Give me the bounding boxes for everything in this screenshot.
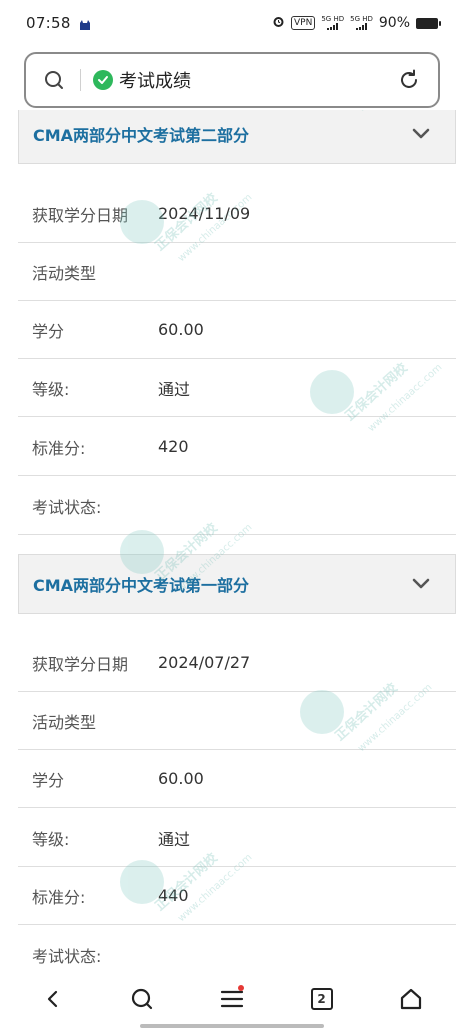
row-label: 活动类型 xyxy=(32,712,97,732)
list-item: 标准分: 440 xyxy=(18,867,456,925)
battery-percent: 90% xyxy=(378,15,410,31)
list-item: 活动类型 xyxy=(18,692,456,750)
alarm-icon xyxy=(272,15,285,32)
list-item: 标准分: 420 xyxy=(18,418,456,476)
battery-icon xyxy=(416,17,441,29)
search-query-text[interactable]: 考试成绩 xyxy=(119,67,191,93)
list-item: 考试状态: xyxy=(18,926,456,966)
menu-icon xyxy=(220,990,244,1008)
home-indicator[interactable] xyxy=(140,1024,324,1028)
section-header-part1[interactable]: CMA两部分中文考试第一部分 xyxy=(18,554,456,614)
row-value: 60.00 xyxy=(158,769,204,788)
network-label-1: 5G HD xyxy=(321,15,345,23)
notification-dot xyxy=(237,985,244,991)
row-value: 通过 xyxy=(158,829,191,849)
app-notification-icon xyxy=(79,17,91,30)
search-button[interactable] xyxy=(118,975,166,1023)
list-item: 学分 60.00 xyxy=(18,750,456,808)
status-bar: 07:58 VPN 5G HD 5G HD 90% xyxy=(0,0,464,46)
row-value: 通过 xyxy=(158,379,191,399)
row-value: 60.00 xyxy=(158,320,204,339)
search-divider xyxy=(80,69,81,91)
tabs-button[interactable]: 2 xyxy=(298,975,346,1023)
chevron-down-icon[interactable] xyxy=(411,124,431,144)
score-content: CMA两部分中文考试第二部分 获取学分日期 2024/11/09 活动类型 学分… xyxy=(0,110,464,966)
list-item: 等级: 通过 xyxy=(18,359,456,417)
network-label-2: 5G HD xyxy=(350,15,373,23)
row-label: 学分 xyxy=(32,321,65,341)
list-item: 等级: 通过 xyxy=(18,809,456,867)
network-signal-1: 5G HD xyxy=(321,16,344,30)
row-label: 学分 xyxy=(32,770,65,790)
search-icon xyxy=(132,988,153,1010)
menu-button[interactable] xyxy=(208,975,256,1023)
row-label: 等级: xyxy=(32,829,70,849)
row-label: 标准分: xyxy=(32,887,86,907)
vpn-badge: VPN xyxy=(291,16,316,30)
row-value: 2024/11/09 xyxy=(158,204,251,223)
row-label: 考试状态: xyxy=(32,947,102,966)
list-item: 活动类型 xyxy=(18,243,456,301)
section-title: CMA两部分中文考试第二部分 xyxy=(33,126,250,145)
section-title: CMA两部分中文考试第一部分 xyxy=(33,576,250,595)
row-label: 等级: xyxy=(32,379,70,399)
network-signal-2: 5G HD xyxy=(350,16,373,30)
address-search-bar[interactable]: 考试成绩 xyxy=(24,52,440,108)
row-value: 440 xyxy=(158,886,189,905)
list-item: 考试状态: xyxy=(18,477,456,535)
row-label: 活动类型 xyxy=(32,263,97,283)
refresh-icon[interactable] xyxy=(396,67,422,93)
list-item: 学分 60.00 xyxy=(18,301,456,359)
status-indicators: VPN 5G HD 5G HD 90% xyxy=(272,15,441,32)
tab-count: 2 xyxy=(310,988,333,1010)
list-item: 获取学分日期 2024/11/09 xyxy=(18,185,456,243)
row-label: 获取学分日期 xyxy=(32,205,129,225)
chevron-down-icon[interactable] xyxy=(411,574,431,594)
verified-check-icon xyxy=(93,70,113,90)
list-item: 获取学分日期 2024/07/27 xyxy=(18,634,456,692)
section-header-part2[interactable]: CMA两部分中文考试第二部分 xyxy=(18,110,456,164)
home-icon xyxy=(401,988,422,1010)
row-value: 2024/07/27 xyxy=(158,653,251,672)
row-label: 获取学分日期 xyxy=(32,654,129,674)
search-icon[interactable] xyxy=(42,68,66,92)
status-time: 07:58 xyxy=(26,14,71,32)
row-label: 考试状态: xyxy=(32,497,102,517)
row-label: 标准分: xyxy=(32,438,86,458)
back-icon xyxy=(47,990,57,1008)
bottom-nav: 2 xyxy=(0,966,464,1032)
home-button[interactable] xyxy=(387,975,435,1023)
back-button[interactable] xyxy=(29,975,77,1023)
row-value: 420 xyxy=(158,437,189,456)
